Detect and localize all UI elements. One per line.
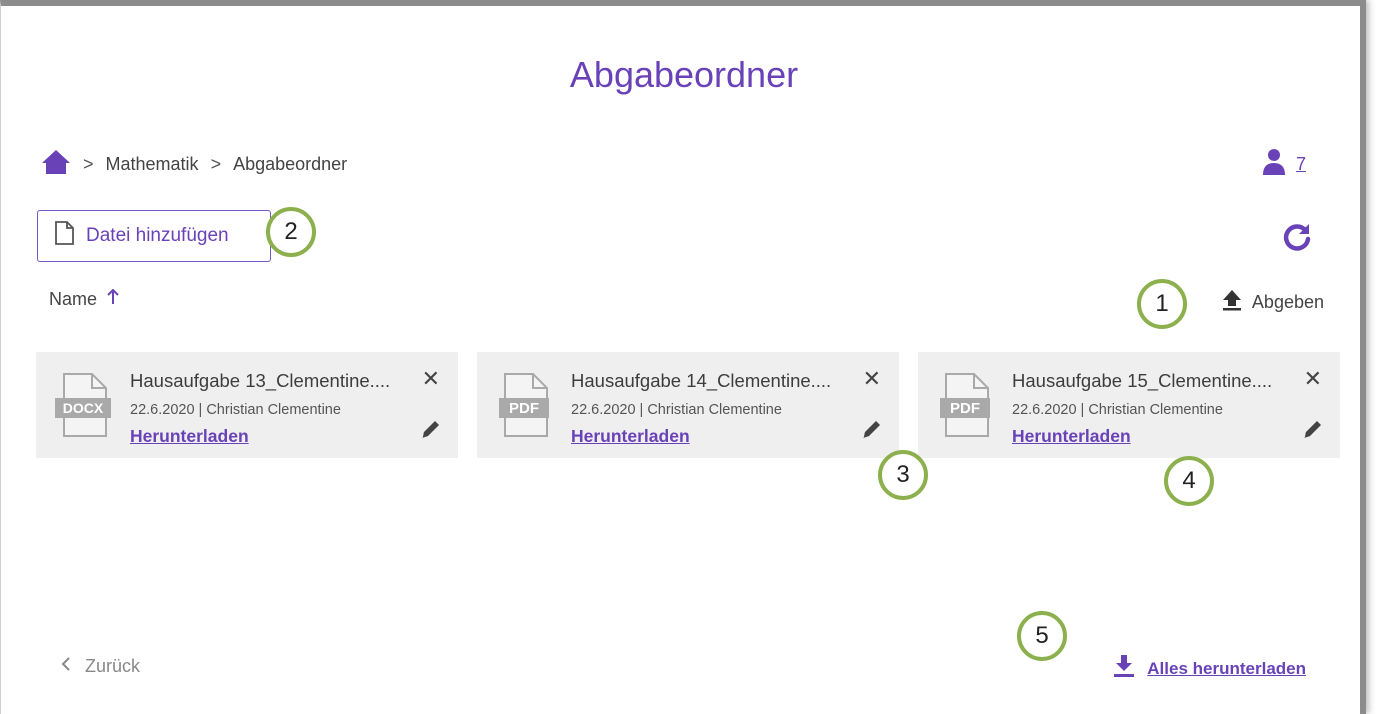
download-link[interactable]: Herunterladen xyxy=(130,426,249,447)
pencil-icon[interactable] xyxy=(1302,418,1324,445)
breadcrumb: > Mathematik > Abgabeordner xyxy=(41,149,347,180)
add-file-button[interactable]: Datei hinzufügen xyxy=(37,210,271,262)
callout-2: 2 xyxy=(266,207,316,257)
file-name: Hausaufgabe 14_Clementine.... xyxy=(571,370,832,391)
download-link[interactable]: Herunterladen xyxy=(1012,426,1131,447)
user-icon xyxy=(1262,148,1286,181)
sort-by-name[interactable]: Name xyxy=(49,288,119,310)
svg-text:PDF: PDF xyxy=(950,400,980,417)
app-window: Abgabeordner > Mathematik > Abgabeordner… xyxy=(0,0,1366,714)
breadcrumb-item-mathematik[interactable]: Mathematik xyxy=(106,154,199,175)
file-meta: 22.6.2020 | Christian Clementine xyxy=(571,402,782,418)
members-count[interactable]: 7 xyxy=(1296,154,1306,175)
home-icon[interactable] xyxy=(41,149,71,180)
file-meta: 22.6.2020 | Christian Clementine xyxy=(1012,402,1223,418)
pencil-icon[interactable] xyxy=(420,418,442,445)
callout-3: 3 xyxy=(878,450,928,500)
pencil-icon[interactable] xyxy=(861,418,883,445)
download-all-button[interactable]: Alles herunterladen xyxy=(1113,654,1306,683)
file-card: PDF Hausaufgabe 15_Clementine.... 22.6.2… xyxy=(918,352,1340,458)
chevron-right-icon: > xyxy=(83,153,94,174)
members-link[interactable]: 7 xyxy=(1262,148,1306,181)
file-name: Hausaufgabe 13_Clementine.... xyxy=(130,370,391,391)
svg-text:DOCX: DOCX xyxy=(63,400,104,416)
pdf-file-icon: PDF xyxy=(495,372,553,443)
upload-icon xyxy=(1222,289,1242,316)
callout-4: 4 xyxy=(1164,456,1214,506)
back-label: Zurück xyxy=(85,656,141,676)
file-card: DOCX Hausaufgabe 13_Clementine.... 22.6.… xyxy=(36,352,458,458)
submit-label: Abgeben xyxy=(1251,292,1324,312)
submit-button[interactable]: Abgeben xyxy=(1222,289,1324,316)
file-meta: 22.6.2020 | Christian Clementine xyxy=(130,402,341,418)
chevron-right-icon: > xyxy=(210,153,222,174)
arrow-up-icon xyxy=(107,288,119,310)
add-file-label: Datei hinzufügen xyxy=(86,225,229,246)
close-icon[interactable]: ✕ xyxy=(1304,368,1322,390)
docx-file-icon: DOCX xyxy=(54,372,112,443)
breadcrumb-item-abgabeordner[interactable]: Abgabeordner xyxy=(233,154,347,175)
back-button[interactable]: Zurück xyxy=(61,656,140,677)
download-icon xyxy=(1113,654,1135,683)
file-card: PDF Hausaufgabe 14_Clementine.... 22.6.2… xyxy=(477,352,899,458)
callout-1: 1 xyxy=(1137,279,1187,329)
pdf-file-icon: PDF xyxy=(936,372,994,443)
svg-text:PDF: PDF xyxy=(509,400,539,417)
file-icon xyxy=(54,221,74,251)
close-icon[interactable]: ✕ xyxy=(863,368,881,390)
callout-5: 5 xyxy=(1017,611,1067,661)
file-name: Hausaufgabe 15_Clementine.... xyxy=(1012,370,1273,391)
chevron-left-icon xyxy=(61,656,71,677)
download-all-label: Alles herunterladen xyxy=(1147,658,1306,678)
close-icon[interactable]: ✕ xyxy=(422,368,440,390)
name-column-label: Name xyxy=(49,289,98,309)
page-title: Abgabeordner xyxy=(569,54,799,95)
refresh-icon[interactable] xyxy=(1282,222,1312,257)
download-link[interactable]: Herunterladen xyxy=(571,426,690,447)
